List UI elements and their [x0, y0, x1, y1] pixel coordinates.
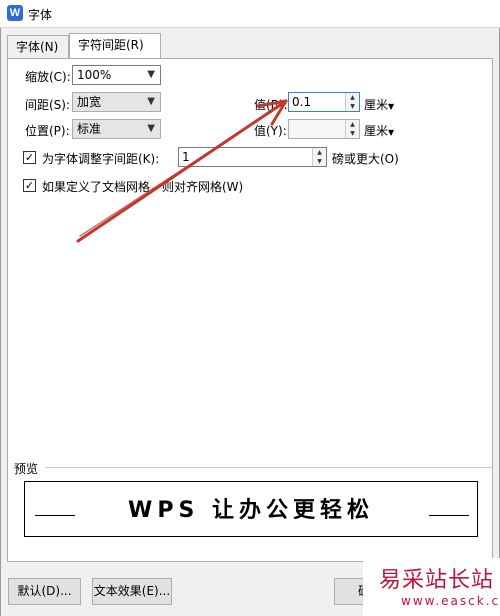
watermark-url: www.easck.com — [401, 594, 500, 608]
text-effects-button[interactable]: 文本效果(E)... — [92, 578, 172, 605]
site-watermark: 易采站长站 www.easck.com — [363, 558, 500, 616]
preview-box: WPS 让办公更轻松 — [24, 481, 478, 537]
watermark-title: 易采站长站 — [379, 568, 495, 593]
preview-text: WPS 让办公更轻松 — [128, 498, 374, 523]
preview-divider — [46, 467, 492, 468]
default-button[interactable]: 默认(D)... — [8, 578, 81, 605]
preview-label: 预览 — [14, 462, 39, 476]
